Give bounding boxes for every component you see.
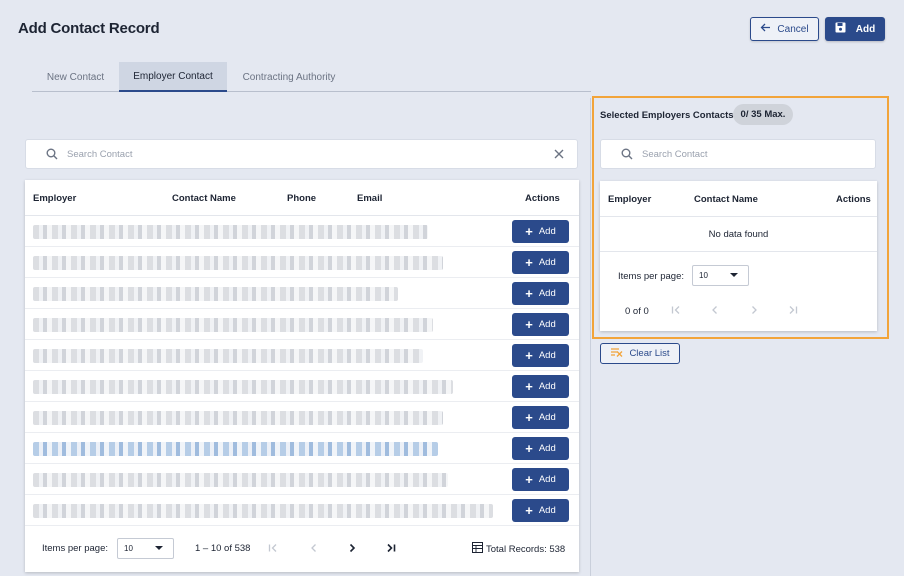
cancel-label: Cancel [777,23,809,35]
prev-page-icon[interactable] [707,302,723,318]
table-row: + Add [25,433,579,464]
table-row: + Add [25,371,579,402]
first-page-icon[interactable] [668,302,684,318]
last-page-icon[interactable] [785,302,801,318]
no-data-message: No data found [600,217,877,252]
redacted-row-data [33,504,493,518]
redacted-row-data [33,225,428,239]
column-contact-name: Contact Name [694,194,758,205]
prev-page-icon[interactable] [306,540,322,556]
table-row: + Add [25,309,579,340]
column-actions: Actions [836,194,871,205]
redacted-row-data [33,442,438,456]
paginator: Items per page: 10 1 – 10 of 538 Total R… [25,534,579,564]
chevron-down-icon [730,273,738,277]
page-title: Add Contact Record [18,20,160,37]
next-page-icon[interactable] [344,540,360,556]
row-add-button[interactable]: + Add [512,468,569,491]
next-page-icon[interactable] [746,302,762,318]
row-add-button[interactable]: + Add [512,282,569,305]
tab-bar: New Contact Employer Contact Contracting… [32,62,591,92]
chevron-down-icon [155,546,163,550]
redacted-row-data [33,473,448,487]
redacted-row-data [33,380,453,394]
redacted-row-data [33,287,398,301]
page-range: 0 of 0 [625,306,649,317]
column-email: Email [357,193,383,204]
table-header: Employer Contact Name Actions [600,181,877,217]
column-actions: Actions [525,193,560,204]
row-add-button[interactable]: + Add [512,344,569,367]
redacted-row-data [33,318,433,332]
column-phone: Phone [287,193,317,204]
selection-limit-badge: 0/ 35 Max. [733,104,793,125]
employer-contacts-table: Employer Contact Name Phone Email Action… [25,180,579,572]
add-button[interactable]: Add [825,17,885,41]
clear-list-label: Clear List [629,348,670,359]
table-row: + Add [25,464,579,495]
page-range: 1 – 10 of 538 [195,543,251,554]
row-add-button[interactable]: + Add [512,375,569,398]
search-input[interactable]: Search Contact [67,149,552,160]
last-page-icon[interactable] [383,540,399,556]
row-add-button[interactable]: + Add [512,220,569,243]
redacted-row-data [33,349,423,363]
column-employer: Employer [608,194,652,205]
cancel-button[interactable]: Cancel [750,17,819,41]
column-employer: Employer [33,193,77,204]
add-label: Add [855,23,876,35]
selected-search-bar: Search Contact [600,139,876,169]
row-add-button[interactable]: + Add [512,499,569,522]
page-size-value: 10 [124,544,133,553]
tab-new-contact[interactable]: New Contact [32,62,119,92]
table-row: + Add [25,247,579,278]
table-row: + Add [25,495,579,526]
selected-search-input[interactable]: Search Contact [642,149,707,160]
row-add-button[interactable]: + Add [512,251,569,274]
redacted-row-data [33,256,443,270]
search-bar: Search Contact [25,139,578,169]
tab-employer-contact[interactable]: Employer Contact [119,62,227,92]
row-add-button[interactable]: + Add [512,313,569,336]
clear-list-button[interactable]: Clear List [600,343,680,364]
items-per-page-label: Items per page: [618,271,685,282]
first-page-icon[interactable] [265,540,281,556]
table-row: + Add [25,278,579,309]
clear-icon [610,347,623,360]
total-records: Total Records: 538 [472,542,565,556]
table-row: + Add [25,402,579,433]
table-row: + Add [25,216,579,247]
arrow-left-icon [760,23,771,35]
row-add-button[interactable]: + Add [512,437,569,460]
page-size-value: 10 [699,271,708,280]
total-records-label: Total Records: 538 [486,543,566,555]
save-icon [835,22,846,36]
search-icon [45,147,59,161]
close-icon[interactable] [552,147,566,161]
row-add-button[interactable]: + Add [512,406,569,429]
items-per-page-label: Items per page: [42,543,109,554]
panel-divider [590,98,591,576]
search-icon [620,147,634,161]
column-contact-name: Contact Name [172,193,236,204]
table-header: Employer Contact Name Phone Email Action… [25,180,579,216]
page-size-select[interactable]: 10 [692,265,749,286]
tab-contracting-authority[interactable]: Contracting Authority [227,62,351,92]
table-row: + Add [25,340,579,371]
table-icon [472,542,483,556]
selected-contacts-table: Employer Contact Name Actions No data fo… [600,181,877,331]
redacted-row-data [33,411,443,425]
page-size-select[interactable]: 10 [117,538,174,559]
selected-contacts-title: Selected Employers Contacts: [600,110,737,121]
